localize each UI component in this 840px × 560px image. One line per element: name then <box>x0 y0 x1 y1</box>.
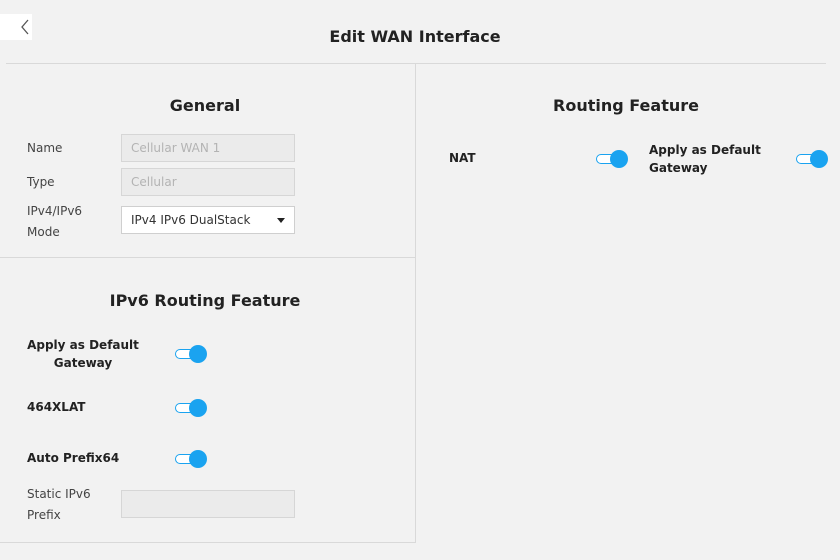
ipv6-gateway-label-line1: Apply as Default <box>27 338 139 352</box>
left-section-divider <box>0 257 415 258</box>
header-divider <box>6 63 826 64</box>
xlat-label: 464XLAT <box>27 400 86 414</box>
routing-gateway-label: Apply as Default Gateway <box>649 142 761 177</box>
prefix64-label: Auto Prefix64 <box>27 451 120 465</box>
caret-down-icon <box>277 218 285 223</box>
mode-select[interactable]: IPv4 IPv6 DualStack <box>121 206 295 234</box>
mode-select-value: IPv4 IPv6 DualStack <box>131 213 251 227</box>
xlat-toggle[interactable] <box>175 399 207 417</box>
prefix64-toggle-knob <box>189 450 207 468</box>
column-divider <box>415 63 416 543</box>
static-prefix-field[interactable] <box>121 490 295 518</box>
type-label: Type <box>27 175 55 189</box>
bottom-divider <box>0 542 415 543</box>
type-field[interactable]: Cellular <box>121 168 295 196</box>
static-prefix-label-line2: Prefix <box>27 508 61 522</box>
general-section-title: General <box>169 96 241 115</box>
ipv6-routing-section-title: IPv6 Routing Feature <box>109 291 301 310</box>
routing-gateway-toggle-knob <box>810 150 828 168</box>
prefix64-toggle[interactable] <box>175 450 207 468</box>
nat-label: NAT <box>449 151 476 165</box>
xlat-toggle-knob <box>189 399 207 417</box>
ipv6-gateway-toggle-knob <box>189 345 207 363</box>
mode-label: IPv4/IPv6 Mode <box>27 203 82 241</box>
nat-toggle-knob <box>610 150 628 168</box>
ipv6-gateway-toggle[interactable] <box>175 345 207 363</box>
ipv6-gateway-label-line2: Gateway <box>53 356 113 370</box>
static-prefix-label-line1: Static IPv6 <box>27 487 91 501</box>
static-prefix-label: Static IPv6 Prefix <box>27 486 91 524</box>
routing-section-title: Routing Feature <box>553 96 699 115</box>
ipv6-gateway-label: Apply as Default Gateway <box>27 337 139 372</box>
name-field[interactable]: Cellular WAN 1 <box>121 134 295 162</box>
mode-label-line2: Mode <box>27 225 60 239</box>
nat-toggle[interactable] <box>596 150 628 168</box>
page-title: Edit WAN Interface <box>329 27 501 46</box>
routing-gateway-toggle[interactable] <box>796 150 828 168</box>
mode-label-line1: IPv4/IPv6 <box>27 204 83 218</box>
name-label: Name <box>27 141 63 155</box>
routing-gateway-label-line2: Gateway <box>649 161 708 175</box>
routing-gateway-label-line1: Apply as Default <box>649 143 761 157</box>
